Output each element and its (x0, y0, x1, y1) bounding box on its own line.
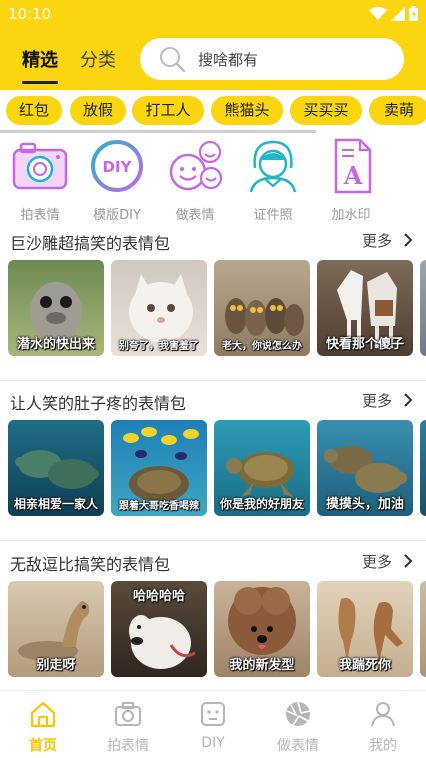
sticker-caption: 你是我的好朋友 (219, 497, 304, 511)
tool-label: 做表情 (175, 208, 215, 223)
tab-featured[interactable]: 精选 (22, 40, 58, 84)
sticker-caption: 相亲相爱一家人 (13, 497, 98, 511)
chevron-right-icon[interactable] (402, 554, 414, 568)
tool-take-photo[interactable]: 拍表情 (5, 138, 75, 223)
nav-label: 拍表情 (107, 738, 149, 754)
wifi-icon (369, 6, 387, 20)
id-photo-icon (249, 140, 297, 193)
home-icon (30, 701, 56, 728)
nav-home[interactable]: 首页 (8, 699, 78, 755)
section-title: 无敌逗比搞笑的表情包 (10, 555, 171, 574)
section-funny-goofy: 无敌逗比搞笑的表情包 更多 别走呀 哈哈哈哈 我的新发型 我踹死你 (0, 549, 426, 689)
sticker-thumb-partial[interactable] (420, 260, 426, 356)
sticker-top-caption: 哈哈哈哈 (132, 589, 185, 604)
svg-text:A: A (343, 161, 363, 190)
nav-label: DIY (201, 735, 225, 751)
camera-icon (12, 142, 68, 190)
tag-chip[interactable]: 熊猫头 (211, 96, 283, 125)
signal-icon (391, 6, 405, 21)
status-time: 10:10 (8, 5, 52, 23)
nav-make-emoji[interactable]: 做表情 (263, 699, 333, 755)
tag-chip[interactable]: 买买买 (290, 96, 362, 125)
system-icons (369, 6, 418, 21)
hot-tags-row: 红包 放假 打工人 熊猫头 买买买 卖萌 (0, 96, 426, 126)
sticker-thumb[interactable]: 我的新发型 (214, 581, 310, 677)
sticker-caption: 摸摸头，加油 (325, 497, 404, 512)
header-bar: 10:10 精选 分类 搜啥都有 (0, 0, 426, 90)
tag-chip[interactable]: 打工人 (132, 96, 204, 125)
sticker-thumb[interactable]: 快看那个傻子 (317, 260, 413, 356)
tool-make-emoji[interactable]: 做表情 (160, 138, 230, 223)
sticker-thumb[interactable]: 潜水的快出来 (8, 260, 104, 356)
nav-diy[interactable]: DIY (178, 699, 248, 751)
sticker-thumb[interactable]: 我踹死你 (317, 581, 413, 677)
status-bar: 10:10 (0, 0, 426, 28)
sticker-caption: 别夸了，我害羞了 (119, 341, 199, 352)
search-icon (160, 47, 186, 73)
sticker-caption: 我的新发型 (229, 658, 295, 673)
tab-category[interactable]: 分类 (80, 40, 116, 80)
search-bar[interactable]: 搜啥都有 (140, 38, 404, 80)
diy-icon: DIY (91, 140, 143, 192)
sticker-thumb-partial[interactable] (420, 420, 426, 516)
sticker-caption: 我踹死你 (338, 658, 391, 673)
sticker-thumb[interactable]: 你是我的好朋友 (214, 420, 310, 516)
tools-row: 拍表情 DIY 模版DIY 做表情 证件照 A 加水印 (0, 138, 426, 223)
aperture-icon (286, 701, 311, 726)
sticker-thumb-partial[interactable] (420, 581, 426, 677)
nav-profile[interactable]: 我的 (348, 699, 418, 755)
section-divider (0, 540, 426, 541)
watermark-icon: A (334, 138, 372, 194)
tool-template-diy[interactable]: DIY 模版DIY (82, 138, 152, 223)
emoji-faces-icon (169, 140, 223, 191)
more-link[interactable]: 更多 (362, 230, 392, 251)
tag-chip[interactable]: 卖萌 (369, 96, 426, 125)
tags-scroll-indicator (0, 130, 316, 133)
sticker-thumb[interactable]: 相亲相爱一家人 (8, 420, 104, 516)
sticker-caption: 快看那个傻子 (325, 337, 404, 352)
sticker-caption: 老大，你说怎么办 (222, 341, 302, 352)
nav-label: 我的 (369, 738, 397, 754)
sticker-thumb[interactable]: 别走呀 (8, 581, 104, 677)
camera-icon (115, 702, 141, 726)
search-placeholder: 搜啥都有 (198, 50, 259, 69)
section-super-funny: 巨沙雕超搞笑的表情包 更多 潜水的快出来 别夸了，我害羞了 老大，你说怎么办 快… (0, 228, 426, 368)
sticker-thumb[interactable]: 摸摸头，加油 (317, 420, 413, 516)
tool-label: 拍表情 (20, 208, 60, 223)
sticker-caption: 别走呀 (36, 658, 76, 673)
bottom-navigation: 首页 拍表情 DIY 做表情 我的 (0, 690, 426, 758)
sticker-thumb[interactable]: 跟着大哥吃香喝辣 (111, 420, 207, 516)
section-belly-laugh: 让人笑的肚子疼的表情包 更多 相亲相爱一家人 跟着大哥吃香喝辣 你是我的好朋友 … (0, 388, 426, 528)
app-root: 10:10 精选 分类 搜啥都有 红包 放假 打工人 熊猫头 买买买 卖萌 拍表… (0, 0, 426, 758)
sticker-thumb[interactable]: 哈哈哈哈 (111, 581, 207, 677)
sticker-caption: 潜水的快出来 (16, 337, 95, 352)
chevron-right-icon[interactable] (402, 233, 414, 247)
sticker-thumb[interactable]: 老大，你说怎么办 (214, 260, 310, 356)
sticker-thumb[interactable]: 别夸了，我害羞了 (111, 260, 207, 356)
chevron-right-icon[interactable] (402, 393, 414, 407)
more-link[interactable]: 更多 (362, 551, 392, 572)
tool-watermark[interactable]: A 加水印 (316, 138, 386, 223)
nav-take-photo[interactable]: 拍表情 (93, 699, 163, 755)
tool-label: 证件照 (253, 208, 293, 223)
profile-icon (371, 702, 395, 727)
more-link[interactable]: 更多 (362, 390, 392, 411)
diy-face-icon (201, 702, 225, 726)
section-title: 让人笑的肚子疼的表情包 (10, 394, 187, 413)
battery-icon (409, 6, 418, 21)
section-divider (0, 380, 426, 381)
nav-label: 首页 (29, 738, 57, 754)
nav-label: 做表情 (277, 738, 319, 754)
svg-text:DIY: DIY (103, 158, 133, 176)
section-title: 巨沙雕超搞笑的表情包 (10, 234, 171, 253)
sticker-caption: 跟着大哥吃香喝辣 (119, 501, 199, 512)
tool-id-photo[interactable]: 证件照 (238, 138, 308, 223)
tag-chip[interactable]: 放假 (70, 96, 126, 125)
tag-chip[interactable]: 红包 (6, 96, 62, 125)
top-tabs: 精选 分类 (0, 40, 116, 84)
tool-label: 加水印 (331, 208, 371, 223)
tool-label: 模版DIY (93, 208, 141, 223)
